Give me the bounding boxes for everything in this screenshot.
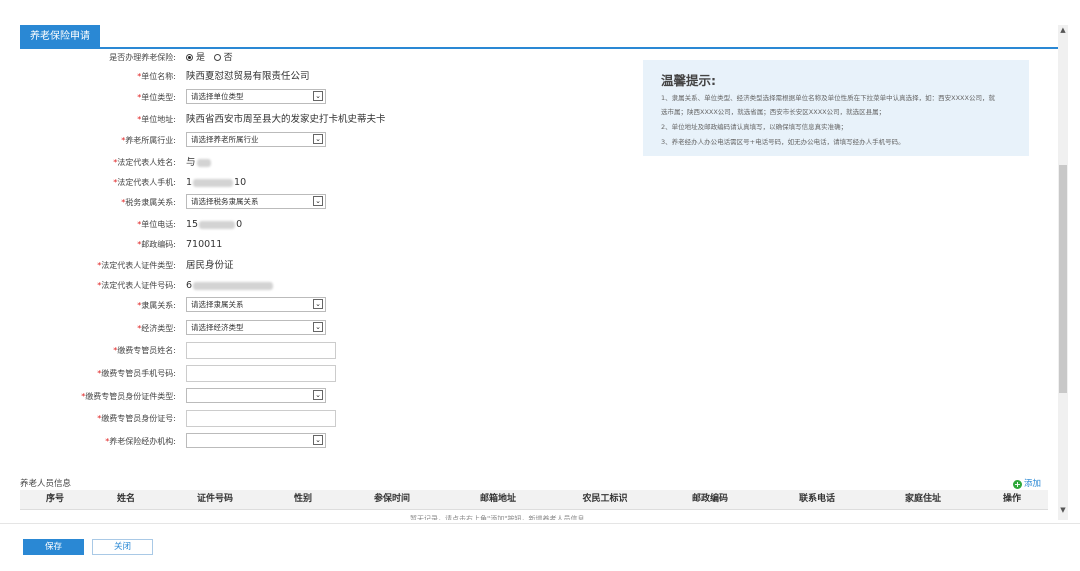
industry-label: 养老所属行业: xyxy=(125,136,176,145)
unit-phone-label: 单位电话: xyxy=(141,220,176,229)
empty-table-message: 暂无记录，请点击右上角"添加"按钮，新增养老人员信息 xyxy=(410,515,585,520)
staff-section-title: 养老人员信息 xyxy=(20,479,72,489)
affiliation-select[interactable]: 请选择隶属关系 ⌄ xyxy=(186,297,326,312)
column-header: 性别 xyxy=(293,494,313,504)
unit-name-value: 陕西夏怼怼贸易有限责任公司 xyxy=(186,71,310,82)
tab-bar: 养老保险申请 xyxy=(20,25,1058,49)
column-header: 联系电话 xyxy=(798,494,836,504)
unit-type-label: 单位类型: xyxy=(141,93,176,102)
chevron-down-icon: ⌄ xyxy=(313,390,323,400)
column-header: 农民工标识 xyxy=(582,494,628,504)
id-type-row: *法定代表人证件类型: 居民身份证 xyxy=(0,258,640,274)
manager-id-no-input[interactable] xyxy=(186,410,336,427)
manager-id-type-label: 缴费专管员身份证件类型: xyxy=(85,392,176,401)
action-bar xyxy=(0,523,1080,571)
agency-select[interactable]: ⌄ xyxy=(186,433,326,448)
affiliation-row: *隶属关系: 请选择隶属关系 ⌄ xyxy=(0,297,640,314)
unit-phone-row: *单位电话: 15 0 xyxy=(0,217,640,233)
unit-name-row: *单位名称: 陕西夏怼怼贸易有限责任公司 xyxy=(0,69,640,85)
id-no-row: *法定代表人证件号码: 6 xyxy=(0,278,640,294)
tax-select[interactable]: 请选择税务隶属关系 ⌄ xyxy=(186,194,326,209)
scroll-down-icon[interactable]: ▼ xyxy=(1058,505,1068,515)
economy-label: 经济类型: xyxy=(141,324,176,333)
chevron-down-icon: ⌄ xyxy=(313,196,323,206)
radio-yes[interactable] xyxy=(186,54,193,61)
manager-name-input[interactable] xyxy=(186,342,336,359)
unit-phone-value: 15 0 xyxy=(186,219,243,230)
column-header: 邮箱地址 xyxy=(479,494,517,504)
scroll-up-icon[interactable]: ▲ xyxy=(1058,25,1068,35)
tip-line: 2、单位地址及邮政编码请认真填写，以确保填写信息真实准确； xyxy=(661,123,848,131)
agency-label: 养老保险经办机构: xyxy=(109,437,176,446)
manager-phone-input[interactable] xyxy=(186,365,336,382)
industry-row: *养老所属行业: 请选择养老所属行业 ⌄ xyxy=(0,132,640,149)
legal-phone-label: 法定代表人手机: xyxy=(117,178,176,187)
affiliation-label: 隶属关系: xyxy=(141,301,176,310)
chevron-down-icon: ⌄ xyxy=(313,322,323,332)
id-type-value: 居民身份证 xyxy=(186,260,234,271)
tax-row: *税务隶属关系: 请选择税务隶属关系 ⌄ xyxy=(0,194,640,211)
column-header: 操作 xyxy=(1002,494,1022,504)
radio-no-label[interactable]: 否 xyxy=(224,53,233,63)
column-header: 家庭住址 xyxy=(904,494,942,504)
scrollbar-thumb[interactable] xyxy=(1059,165,1067,393)
legal-name-value: 与 xyxy=(186,155,212,171)
chevron-down-icon: ⌄ xyxy=(313,91,323,101)
unit-address-row: *单位地址: 陕西省西安市周至县大的发家史打卡机史蒂夫卡 xyxy=(0,112,640,128)
add-staff-button[interactable]: + 添加 xyxy=(1013,477,1041,489)
plus-icon: + xyxy=(1013,480,1022,489)
unit-name-label: 单位名称: xyxy=(141,72,176,81)
manager-id-type-select[interactable]: ⌄ xyxy=(186,388,326,403)
tab-pension-application[interactable]: 养老保险申请 xyxy=(20,25,100,47)
manager-phone-row: *缴费专管员手机号码: xyxy=(0,365,640,382)
column-header: 证件号码 xyxy=(196,494,234,504)
tip-line: 1、隶属关系、单位类型、经济类型选择需根据单位名称及单位性质在下拉菜单中认真选择… xyxy=(661,94,995,102)
legal-name-label: 法定代表人姓名: xyxy=(117,158,176,167)
manager-id-no-row: *缴费专管员身份证号: xyxy=(0,410,640,427)
apply-pension-row: 是否办理养老保险: 是 否 xyxy=(0,50,640,66)
id-no-value: 6 xyxy=(186,278,274,294)
unit-address-label: 单位地址: xyxy=(141,115,176,124)
tax-label: 税务隶属关系: xyxy=(125,198,176,207)
apply-pension-label: 是否办理养老保险: xyxy=(109,53,176,62)
agency-row: *养老保险经办机构: ⌄ xyxy=(0,433,640,450)
column-header: 姓名 xyxy=(116,494,136,504)
economy-row: *经济类型: 请选择经济类型 ⌄ xyxy=(0,320,640,337)
chevron-down-icon: ⌄ xyxy=(313,299,323,309)
legal-name-row: *法定代表人姓名: 与 xyxy=(0,155,640,171)
manager-name-row: *缴费专管员姓名: xyxy=(0,342,640,359)
postcode-value: 710011 xyxy=(186,239,223,250)
chevron-down-icon: ⌄ xyxy=(313,134,323,144)
column-header: 邮政编码 xyxy=(691,494,729,504)
manager-id-type-row: *缴费专管员身份证件类型: ⌄ xyxy=(0,388,640,405)
id-no-label: 法定代表人证件号码: xyxy=(101,281,176,290)
postcode-row: *邮政编码: 710011 xyxy=(0,237,640,253)
tip-line: 选市属；陕西XXXX公司，就选省属；西安市长安区XXXX公司，就选区县属； xyxy=(661,108,886,116)
tips-panel: 温馨提示: 1、隶属关系、单位类型、经济类型选择需根据单位名称及单位性质在下拉菜… xyxy=(643,60,1029,156)
legal-phone-value: 1 10 xyxy=(186,177,247,188)
economy-select[interactable]: 请选择经济类型 ⌄ xyxy=(186,320,326,335)
manager-name-label: 缴费专管员姓名: xyxy=(117,346,176,355)
unit-type-select[interactable]: 请选择单位类型 ⌄ xyxy=(186,89,326,104)
apply-pension-radios: 是 否 xyxy=(186,50,233,66)
close-button[interactable]: 关闭 xyxy=(92,539,153,555)
tip-line: 3、养老经办人办公电话需区号+电话号码，如无办公电话，请填写经办人手机号码。 xyxy=(661,138,905,146)
manager-phone-label: 缴费专管员手机号码: xyxy=(101,369,176,378)
column-header: 参保时间 xyxy=(373,494,411,504)
postcode-label: 邮政编码: xyxy=(141,240,176,249)
column-header: 序号 xyxy=(45,494,65,504)
industry-select[interactable]: 请选择养老所属行业 ⌄ xyxy=(186,132,326,147)
chevron-down-icon: ⌄ xyxy=(313,435,323,445)
manager-id-no-label: 缴费专管员身份证号: xyxy=(101,414,176,423)
staff-table-header: 序号 姓名 证件号码 性别 参保时间 邮箱地址 农民工标识 邮政编码 联系电话 … xyxy=(20,490,1048,510)
radio-no[interactable] xyxy=(213,54,221,61)
unit-address-value: 陕西省西安市周至县大的发家史打卡机史蒂夫卡 xyxy=(186,114,386,125)
save-button[interactable]: 保存 xyxy=(23,539,84,555)
unit-type-row: *单位类型: 请选择单位类型 ⌄ xyxy=(0,89,640,106)
tips-title: 温馨提示: xyxy=(661,73,716,88)
id-type-label: 法定代表人证件类型: xyxy=(101,261,176,270)
radio-yes-label[interactable]: 是 xyxy=(196,53,205,63)
legal-phone-row: *法定代表人手机: 1 10 xyxy=(0,175,640,191)
